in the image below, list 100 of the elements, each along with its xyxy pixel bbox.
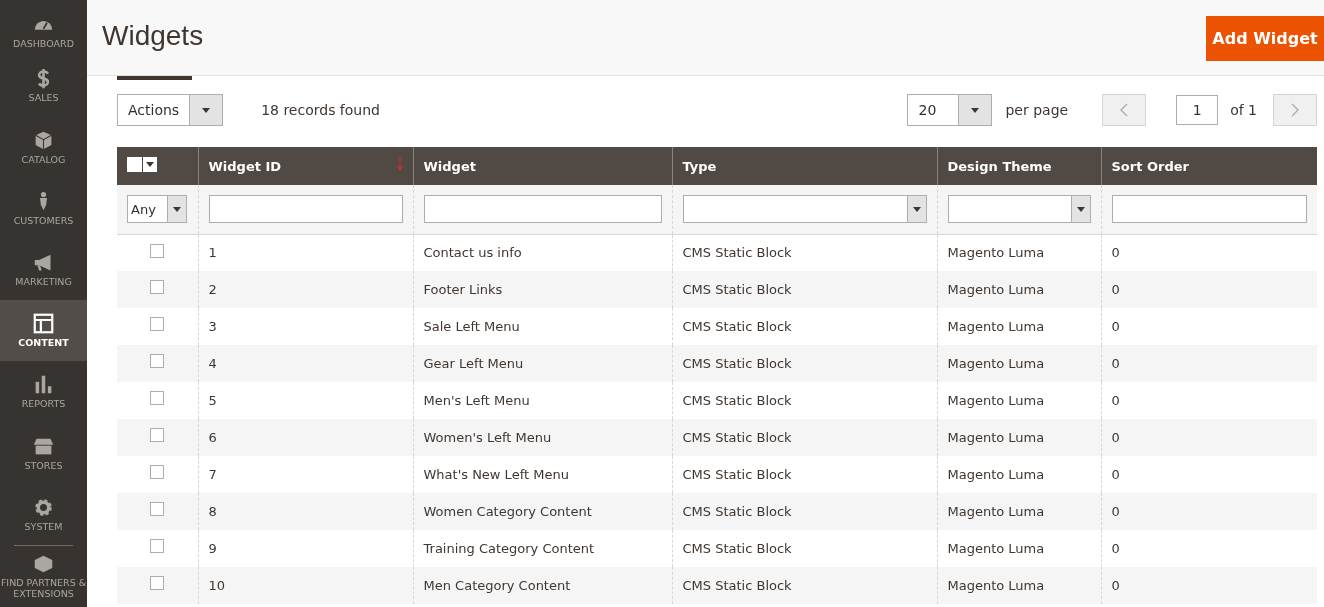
table-cell: 0	[1111, 578, 1120, 593]
table-cell: 0	[1111, 393, 1120, 408]
column-header[interactable]: Design Theme	[937, 147, 1101, 185]
column-header[interactable]: Widget ID	[198, 147, 413, 185]
table-cell: 5	[208, 393, 217, 408]
sidebar-item[interactable]: SYSTEM	[0, 483, 87, 545]
row-checkbox[interactable]	[150, 317, 165, 331]
table-cell: Women's Left Menu	[423, 430, 552, 445]
row-checkbox[interactable]	[150, 502, 165, 516]
filter-dropdown[interactable]: Any	[127, 195, 187, 224]
table-cell: 0	[1111, 319, 1120, 334]
caret-icon	[202, 107, 211, 113]
table-cell: CMS Static Block	[682, 504, 792, 519]
table-cell: 9	[208, 541, 217, 556]
actions-dropdown[interactable]: Actions	[117, 94, 224, 126]
filter-field[interactable]	[423, 195, 662, 224]
table-cell: 0	[1111, 356, 1120, 371]
table-cell: CMS Static Block	[682, 393, 792, 408]
table-cell: 2	[208, 282, 217, 297]
table-cell: Magento Luma	[947, 541, 1045, 556]
chevron-right-icon	[1291, 103, 1299, 117]
per-page-dropdown[interactable]: 20	[907, 94, 993, 126]
table-cell: Contact us info	[423, 245, 522, 261]
caret-icon	[143, 157, 157, 172]
mass-select-control[interactable]	[127, 157, 157, 172]
table-cell: CMS Static Block	[682, 356, 792, 371]
sidebar-item[interactable]: FIND PARTNERS & EXTENSIONS	[0, 545, 87, 607]
row-checkbox[interactable]	[150, 243, 165, 258]
add-widget-button[interactable]: Add Widget	[1206, 16, 1324, 61]
table-cell: 0	[1111, 504, 1120, 519]
table-cell: CMS Static Block	[682, 430, 792, 445]
bars-icon	[33, 374, 54, 396]
row-checkbox[interactable]	[150, 576, 165, 590]
sidebar-item[interactable]: CONTENT	[0, 300, 87, 362]
table-cell: 0	[1111, 541, 1120, 556]
caret-icon	[912, 206, 921, 212]
sidebar-item[interactable]: DASHBOARD	[0, 0, 87, 56]
table-cell: Men Category Content	[423, 578, 571, 593]
caret-icon	[1076, 206, 1085, 212]
sidebar-item[interactable]: REPORTS	[0, 361, 87, 423]
table-cell: CMS Static Block	[682, 282, 792, 297]
table-cell: Magento Luma	[947, 467, 1045, 482]
page-title: Widgets	[102, 20, 204, 52]
page-number-field[interactable]: 1	[1176, 95, 1219, 125]
row-checkbox[interactable]	[150, 391, 165, 405]
table-cell: What's New Left Menu	[423, 467, 569, 482]
select-all-checkbox[interactable]	[127, 157, 142, 172]
caret-icon	[971, 107, 980, 113]
table-cell: 6	[208, 430, 217, 445]
next-page-button[interactable]	[1273, 94, 1317, 126]
filter-field[interactable]	[208, 195, 403, 224]
table-cell: CMS Static Block	[682, 319, 792, 334]
sidebar-item[interactable]: SALES	[0, 55, 87, 117]
row-checkbox[interactable]	[150, 465, 165, 479]
table-cell: Magento Luma	[947, 578, 1045, 593]
table-cell: 7	[208, 467, 217, 482]
sidebar-item[interactable]: STORES	[0, 422, 87, 484]
table-cell: 8	[208, 504, 217, 519]
table-cell: Magento Luma	[947, 430, 1045, 445]
chevron-left-icon	[1120, 103, 1129, 117]
sidebar-item[interactable]: MARKETING	[0, 238, 87, 301]
row-checkbox[interactable]	[150, 539, 165, 553]
megaphone-icon	[33, 252, 54, 273]
table-cell: Training Category Content	[423, 541, 595, 556]
per-page-label: per page	[1005, 102, 1069, 118]
filter-dropdown[interactable]	[682, 195, 927, 224]
table-cell: 4	[208, 356, 217, 371]
table-cell: CMS Static Block	[682, 541, 792, 556]
box-icon	[33, 129, 54, 151]
table-cell: 3	[208, 319, 217, 334]
table-cell: CMS Static Block	[682, 245, 792, 261]
table-cell: Magento Luma	[947, 504, 1045, 519]
column-header[interactable]: Sort Order	[1101, 147, 1317, 185]
caret-icon	[173, 206, 181, 212]
filter-field[interactable]	[1111, 195, 1307, 224]
previous-page-button[interactable]	[1102, 94, 1147, 126]
table-cell: 0	[1111, 282, 1120, 297]
table-cell: 10	[208, 578, 226, 593]
table-cell: CMS Static Block	[682, 578, 792, 593]
table-cell: Sale Left Menu	[423, 319, 520, 334]
table-cell: 0	[1111, 430, 1120, 445]
column-header[interactable]: Type	[672, 147, 937, 185]
sidebar-item[interactable]: CATALOG	[0, 116, 87, 178]
gear-icon	[33, 496, 54, 518]
table-cell: Magento Luma	[947, 245, 1045, 261]
table-cell: Magento Luma	[947, 319, 1045, 334]
row-checkbox[interactable]	[150, 280, 165, 294]
row-checkbox[interactable]	[150, 354, 165, 368]
table-cell: 0	[1111, 245, 1120, 261]
records-count: 18 records found	[261, 102, 380, 118]
page-count: of 1	[1230, 102, 1257, 118]
sidebar-item[interactable]: CUSTOMERS	[0, 177, 87, 239]
layout-icon	[33, 313, 54, 335]
table-cell: 0	[1111, 467, 1120, 482]
column-header[interactable]: Widget	[413, 147, 672, 185]
table-cell: Women Category Content	[423, 504, 592, 519]
sort-arrow-icon	[396, 157, 403, 171]
table-cell: 1	[208, 245, 217, 261]
row-checkbox[interactable]	[150, 428, 165, 442]
filter-dropdown[interactable]	[947, 195, 1091, 224]
